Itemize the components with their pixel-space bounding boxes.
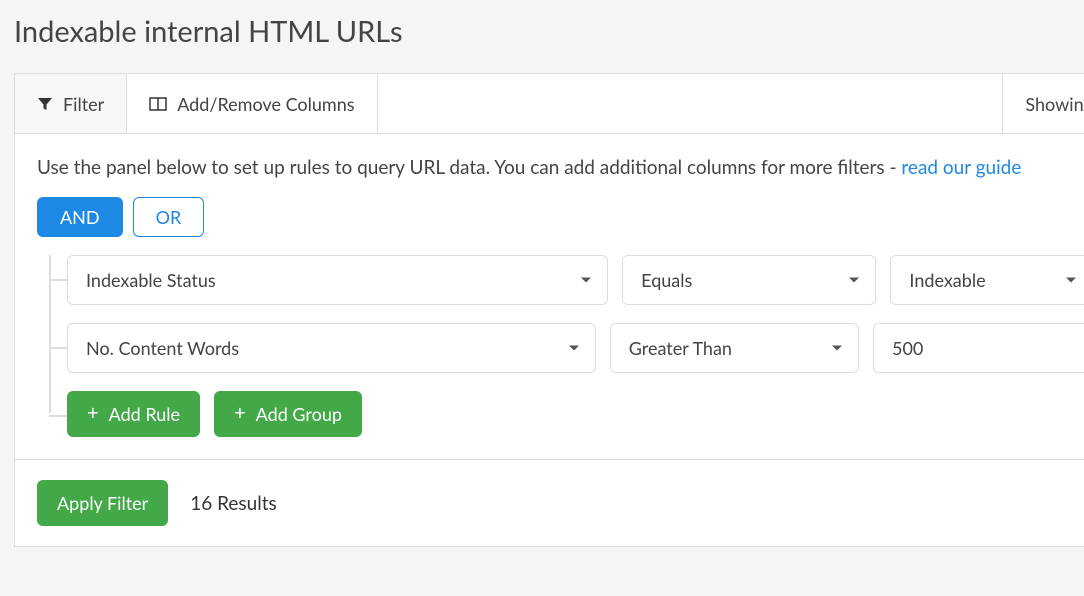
tab-columns[interactable]: Add/Remove Columns [127, 74, 377, 133]
add-group-button[interactable]: + Add Group [214, 391, 362, 437]
intro-text: Use the panel below to set up rules to q… [37, 156, 1084, 179]
rule-value-input[interactable] [873, 323, 1084, 373]
rule-field-select[interactable]: No. Content Words [67, 323, 596, 373]
caret-down-icon [569, 346, 579, 351]
plus-icon: + [234, 408, 246, 418]
and-button[interactable]: AND [37, 197, 123, 237]
rule-field-value: No. Content Words [86, 337, 239, 359]
caret-down-icon [1066, 278, 1076, 283]
rule-operator-value: Equals [641, 269, 692, 291]
caret-down-icon [832, 346, 842, 351]
rule-actions: + Add Rule + Add Group [67, 391, 1084, 437]
caret-down-icon [581, 278, 591, 283]
rule-operator-value: Greater Than [629, 337, 732, 359]
rule-operator-select[interactable]: Equals [622, 255, 876, 305]
rule-field-select[interactable]: Indexable Status [67, 255, 608, 305]
results-count: 16 Results [190, 492, 277, 515]
rule-value-select[interactable]: Indexable [890, 255, 1084, 305]
intro-text-main: Use the panel below to set up rules to q… [37, 156, 901, 179]
logic-toggle: AND OR [37, 197, 1084, 237]
filter-panel: Filter Add/Remove Columns Showing Use th… [14, 73, 1084, 547]
tab-columns-label: Add/Remove Columns [177, 93, 354, 115]
apply-filter-button[interactable]: Apply Filter [37, 480, 168, 526]
or-button[interactable]: OR [133, 197, 205, 237]
funnel-icon [37, 96, 53, 112]
tab-row: Filter Add/Remove Columns Showing [15, 74, 1084, 134]
add-rule-label: Add Rule [109, 403, 180, 425]
add-rule-button[interactable]: + Add Rule [67, 391, 200, 437]
plus-icon: + [87, 408, 99, 418]
rule-row: No. Content Words Greater Than [67, 323, 1084, 373]
rule-row: Indexable Status Equals Indexable [67, 255, 1084, 305]
tab-filter-label: Filter [63, 93, 104, 115]
add-group-label: Add Group [256, 403, 342, 425]
rule-value: Indexable [909, 269, 985, 291]
page-title: Indexable internal HTML URLs [14, 14, 1084, 49]
read-guide-link[interactable]: read our guide [901, 156, 1021, 179]
columns-icon [149, 97, 167, 111]
rules-container: Indexable Status Equals Indexable No. Co [37, 255, 1084, 437]
showing-label: Showing [1002, 74, 1084, 133]
rule-operator-select[interactable]: Greater Than [610, 323, 859, 373]
caret-down-icon [849, 278, 859, 283]
rule-field-value: Indexable Status [86, 269, 216, 291]
tab-filter[interactable]: Filter [15, 74, 127, 133]
panel-footer: Apply Filter 16 Results [15, 459, 1084, 546]
